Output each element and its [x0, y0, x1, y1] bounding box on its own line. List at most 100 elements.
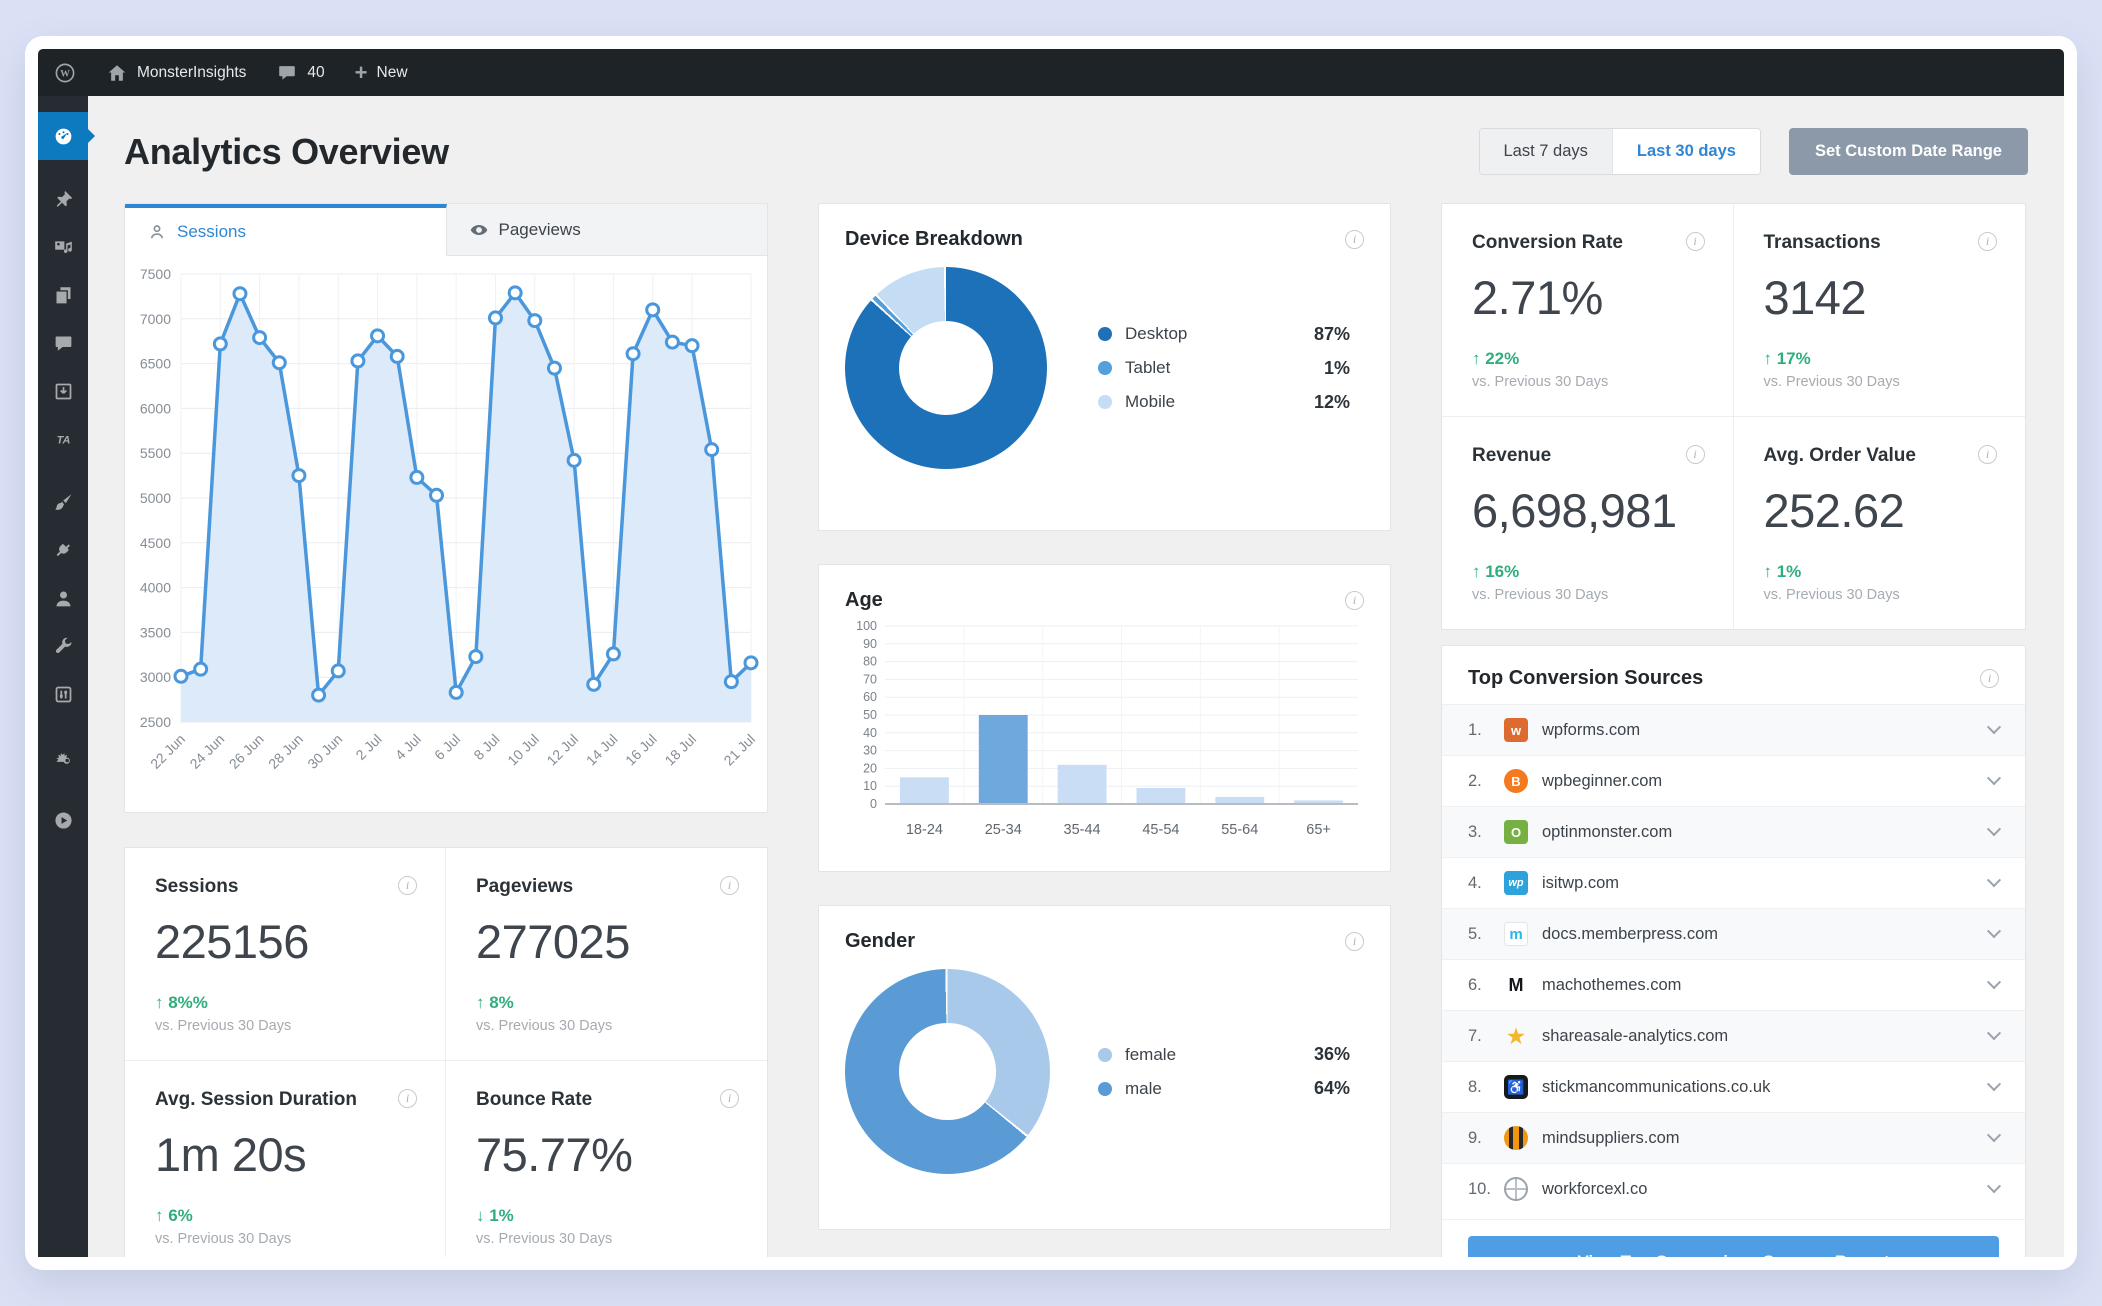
chevron-down-icon[interactable]	[1986, 975, 2002, 990]
svg-text:18-24: 18-24	[906, 822, 943, 838]
info-icon[interactable]	[1980, 669, 1999, 688]
source-row[interactable]: 3. O optinmonster.com	[1442, 806, 2025, 857]
svg-text:21 Jul: 21 Jul	[720, 731, 758, 769]
info-icon[interactable]	[720, 1089, 739, 1108]
svg-text:90: 90	[863, 637, 877, 651]
chevron-down-icon[interactable]	[1986, 1077, 2002, 1092]
legend-item: Mobile 12%	[1098, 392, 1350, 413]
legend-label: Desktop	[1125, 324, 1188, 343]
sidebar-item-dashboard[interactable]	[38, 112, 88, 160]
source-row[interactable]: 4. wp isitwp.com	[1442, 857, 2025, 908]
info-icon[interactable]	[1345, 230, 1364, 249]
info-icon[interactable]	[1978, 232, 1997, 251]
source-row[interactable]: 2. B wpbeginner.com	[1442, 755, 2025, 806]
settings-sliders-icon	[53, 684, 74, 705]
stat-value: 277025	[476, 915, 630, 968]
legend-label: Mobile	[1125, 392, 1176, 411]
svg-text:40: 40	[863, 726, 877, 740]
sidebar-item-users[interactable]	[38, 574, 88, 622]
sidebar-item-media[interactable]	[38, 223, 88, 271]
tab-pageviews[interactable]: Pageviews	[446, 204, 767, 256]
last-30-days-button[interactable]: Last 30 days	[1611, 129, 1760, 174]
sidebar-item-appearance-brush[interactable]	[38, 478, 88, 526]
source-domain: isitwp.com	[1542, 873, 1620, 892]
info-icon[interactable]	[1978, 445, 1997, 464]
chevron-down-icon[interactable]	[1986, 771, 2002, 786]
svg-text:60: 60	[863, 690, 877, 704]
legend-item: Desktop 87%	[1098, 324, 1350, 345]
chevron-down-icon[interactable]	[1986, 873, 2002, 888]
source-row[interactable]: 10. workforcexl.co	[1442, 1163, 2025, 1214]
users-icon	[53, 588, 74, 609]
info-icon[interactable]	[398, 876, 417, 895]
svg-text:28 Jun: 28 Jun	[265, 731, 306, 772]
legend-label: male	[1125, 1078, 1162, 1098]
sidebar-item-creature-plugin[interactable]	[38, 733, 88, 781]
svg-text:5000: 5000	[140, 490, 171, 506]
new-content-menu[interactable]: + New	[355, 61, 408, 84]
svg-text:3000: 3000	[140, 669, 171, 685]
set-custom-date-range-button[interactable]: Set Custom Date Range	[1788, 128, 2028, 175]
sidebar-item-video-play[interactable]	[38, 796, 88, 844]
info-icon[interactable]	[1345, 591, 1364, 610]
site-home-menu[interactable]: MonsterInsights	[106, 62, 246, 84]
monster-favicon-icon: O	[1504, 820, 1528, 844]
site-name: MonsterInsights	[137, 63, 247, 81]
ta-plugin-icon: TA	[53, 429, 74, 450]
source-row[interactable]: 8. ♿ stickmancommunications.co.uk	[1442, 1061, 2025, 1112]
view-top-conversions-report-button[interactable]: View Top Conversions Sources Report	[1468, 1236, 1999, 1257]
age-panel: Age 0 10 20 30 40 50 60 70 80 90 100 18-24 25-34 35-4…	[818, 564, 1391, 872]
svg-text:4000: 4000	[140, 580, 171, 596]
legend-label: female	[1125, 1044, 1177, 1064]
sidebar-item-tools-wrench[interactable]	[38, 622, 88, 670]
info-icon[interactable]	[1345, 932, 1364, 951]
tab-sessions[interactable]: Sessions	[125, 204, 447, 256]
dashboard-icon	[53, 126, 74, 147]
sidebar-item-settings-sliders[interactable]	[38, 670, 88, 718]
tab-sessions-label: Sessions	[177, 222, 246, 241]
wp-logo-menu[interactable]: W	[54, 62, 76, 84]
sidebar-item-pages[interactable]	[38, 271, 88, 319]
age-bar-chart: 0 10 20 30 40 50 60 70 80 90 100 18-24 25-34 35-44 45-…	[856, 619, 1358, 838]
source-row[interactable]: 9. mindsuppliers.com	[1442, 1112, 2025, 1163]
sidebar-item-ta-plugin[interactable]: TA	[38, 415, 88, 463]
svg-text:5500: 5500	[140, 445, 171, 461]
info-icon[interactable]	[1685, 232, 1705, 251]
info-icon[interactable]	[1685, 445, 1705, 464]
chevron-down-icon[interactable]	[1986, 1026, 2002, 1041]
stat-label: Pageviews	[476, 876, 574, 897]
svg-text:80: 80	[863, 655, 877, 669]
sidebar-item-comments[interactable]	[38, 319, 88, 367]
chevron-down-icon[interactable]	[1986, 822, 2002, 837]
source-row[interactable]: 5. m docs.memberpress.com	[1442, 908, 2025, 959]
sidebar-item-posts-pin[interactable]	[38, 175, 88, 223]
chevron-down-icon[interactable]	[1986, 1128, 2002, 1143]
star-favicon-icon: ★	[1507, 1025, 1525, 1048]
chevron-down-icon[interactable]	[1986, 720, 2002, 735]
stat-card-revenue: Revenue 6,698,981 ↑ 16% vs. Previous 30 …	[1442, 417, 1734, 629]
info-icon[interactable]	[398, 1089, 417, 1108]
sources-list: 1. w wpforms.com 2. B wpbeginner.com 3. …	[1442, 704, 2025, 1219]
source-row[interactable]: 1. w wpforms.com	[1442, 704, 2025, 755]
svg-text:30 Jun: 30 Jun	[304, 731, 345, 772]
downloads-icon	[53, 381, 74, 402]
sidebar-item-plugins-plug[interactable]	[38, 526, 88, 574]
sidebar-item-downloads[interactable]	[38, 367, 88, 415]
chevron-down-icon[interactable]	[1986, 1179, 2002, 1194]
stat-delta: ↑ 1%	[1763, 562, 1802, 581]
info-icon[interactable]	[720, 876, 739, 895]
source-row[interactable]: 7. ★ shareasale-analytics.com	[1442, 1010, 2025, 1061]
chevron-down-icon[interactable]	[1986, 924, 2002, 939]
svg-text:14 Jul: 14 Jul	[583, 731, 621, 769]
last-7-days-button[interactable]: Last 7 days	[1479, 129, 1612, 174]
svg-text:70: 70	[863, 672, 877, 686]
top-conversion-sources-panel: Top Conversion Sources 1. w wpforms.com …	[1441, 645, 2026, 1257]
source-rank: 7.	[1468, 1026, 1482, 1045]
svg-text:6000: 6000	[140, 400, 171, 416]
svg-text:3500: 3500	[140, 624, 171, 640]
device-donut-chart	[845, 267, 1047, 469]
source-row[interactable]: 6. M machothemes.com	[1442, 959, 2025, 1010]
source-rank: 3.	[1468, 822, 1482, 841]
stat-value: 3142	[1763, 271, 1867, 324]
comments-menu[interactable]: 40	[276, 62, 325, 84]
